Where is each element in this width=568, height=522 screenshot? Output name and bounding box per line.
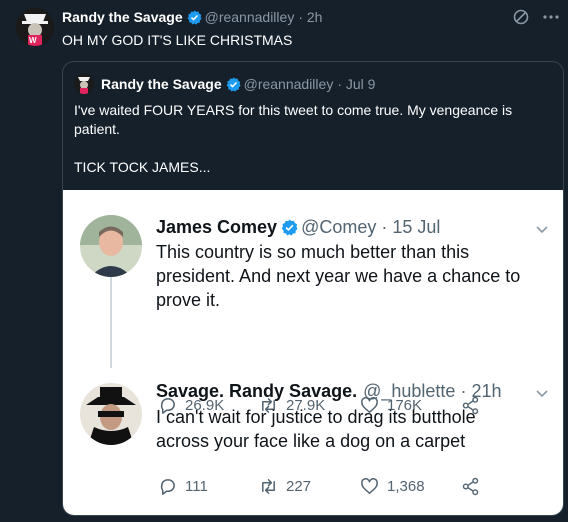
screenshot-tweet-text: This country is so much better than this… [156,240,563,312]
screenshot-text-line: president. And next year we have a chanc… [156,266,521,286]
author-handle[interactable]: @reannadilley [205,9,295,25]
author-name[interactable]: Randy the Savage [62,9,183,25]
quoted-tweet-card[interactable]: Randy the Savage @reannadilley · Jul 9 I… [62,61,564,516]
quoted-tweet-header: Randy the Savage @reannadilley · Jul 9 [74,74,375,94]
screenshot-tweet-actions: 111 227 1,368 [158,477,562,496]
quoted-author-name: Randy the Savage [101,76,222,92]
share-action [461,477,562,496]
reply-count: 111 [158,477,259,496]
share-icon [462,477,479,496]
chevron-down-icon [535,386,549,405]
retweet-icon [262,479,275,494]
chevron-down-icon [535,222,549,241]
screenshot-author-name: James Comey [156,217,278,237]
avatar [80,215,142,277]
avatar [74,74,94,94]
tweet-header: Randy the Savage @reannadilley · 2h [62,9,322,25]
quoted-tweet-time: · Jul 9 [337,76,376,92]
verified-badge-icon [187,9,202,25]
tweet-text: OH MY GOD IT'S LIKE CHRISTMAS [62,32,293,48]
quoted-author-handle: @reannadilley [243,76,334,92]
screenshot-text-line: I can't wait for justice to drag its but… [156,407,476,427]
reply-icon [160,479,175,495]
no-sign-icon[interactable] [512,8,530,26]
screenshot-tweet-time: · 15 Jul [381,217,441,237]
svg-text:W: W [29,36,37,45]
screenshot-text-line: This country is so much better than this [156,242,470,262]
heart-icon [361,478,378,494]
quoted-text-line: patient. [74,121,120,137]
attached-screenshot[interactable]: James Comey @Comey · 15 Jul This country… [63,190,563,515]
verified-badge-icon [281,219,298,236]
screenshot-tweet-time: · 21h [460,381,502,401]
tweet-time[interactable]: · 2h [298,9,322,25]
more-dots-icon[interactable] [542,8,560,26]
screenshot-text-line: across your face like a dog on a carpet [156,431,466,451]
verified-badge-icon [226,76,241,92]
avatar[interactable]: W [16,8,54,46]
quoted-text-line: I've waited FOUR YEARS for this tweet to… [74,102,513,118]
avatar [80,383,142,445]
screenshot-text-line: prove it. [156,290,221,310]
tweet-tools [512,8,560,26]
screenshot-author-handle: @_hublette [363,381,456,401]
like-count-value: 1,368 [387,478,425,495]
screenshot-tweet-text: I can't wait for justice to drag its but… [156,405,563,453]
screenshot-tweet-header: James Comey @Comey · 15 Jul [156,217,440,238]
retweet-count-value: 227 [286,478,312,495]
thread-line [110,276,112,368]
screenshot-author-name: Savage. Randy Savage. [156,381,358,401]
screenshot-tweet-header: Savage. Randy Savage. @_hublette · 21h [156,381,501,402]
quoted-text-closing: TICK TOCK JAMES... [74,159,211,175]
retweet-count: 227 [259,477,360,496]
tweet-view: W Randy the Savage @reannadilley · 2h OH… [0,0,568,522]
reply-count-value: 111 [185,478,208,495]
like-count: 1,368 [360,477,461,496]
quoted-tweet-text: I've waited FOUR YEARS for this tweet to… [74,101,552,177]
screenshot-author-handle: @Comey [301,217,377,237]
